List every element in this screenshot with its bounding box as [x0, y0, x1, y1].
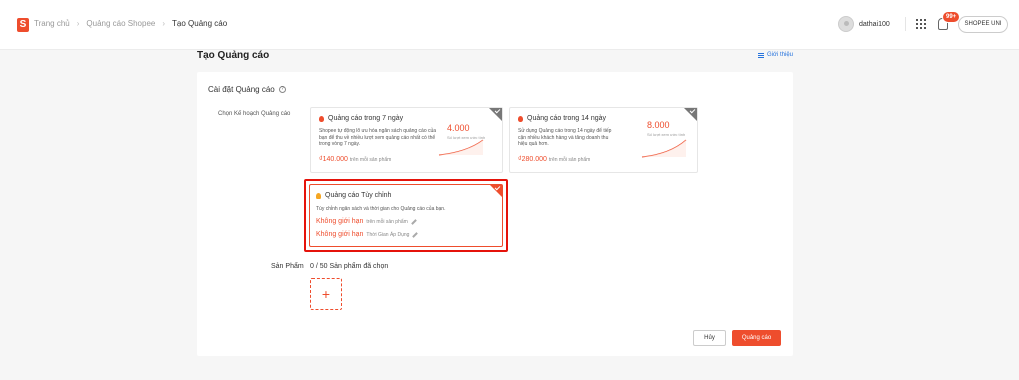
username: dathai100: [859, 20, 890, 28]
budget-row[interactable]: Không giới hạn trên mỗi sản phẩm: [316, 218, 417, 225]
breadcrumb-ads[interactable]: Quảng cáo Shopee: [86, 19, 155, 28]
plan-description: Shopee tự động lõ ưu hóa ngân sách quảng…: [319, 128, 437, 147]
custom-plan-title-text: Quảng cáo Tùy chỉnh: [325, 192, 392, 199]
time-unit: Thời Gian Áp Dụng: [366, 231, 410, 238]
product-count: 0 / 50 Sản phẩm đã chọn: [310, 263, 389, 270]
breadcrumb-home[interactable]: Trang chủ: [34, 19, 70, 28]
plan-price-value: ₫140.000: [319, 156, 348, 163]
add-product-button[interactable]: +: [310, 278, 342, 310]
list-icon: [758, 52, 765, 58]
plan-title: Quảng cáo trong 14 ngày: [518, 115, 606, 122]
bulb-icon: [316, 192, 321, 199]
plan-title-text: Quảng cáo trong 14 ngày: [527, 115, 607, 122]
plan-price-unit: trên mỗi sản phẩm: [349, 157, 392, 163]
breadcrumb-current: Tạo Quảng cáo: [172, 19, 228, 28]
edit-pencil-icon[interactable]: [410, 218, 417, 225]
plan-card-custom[interactable]: Quảng cáo Tùy chỉnh Tùy chỉnh ngân sách …: [304, 179, 508, 252]
estimated-views-label: Số lượt xem ước tính: [647, 132, 686, 137]
custom-plan-description: Tùy chỉnh ngân sách và thời gian cho Quả…: [316, 206, 446, 212]
chevron-right-icon: ›: [76, 19, 80, 28]
intro-link-label: Giới thiệu: [767, 52, 793, 58]
shopee-logo[interactable]: S: [17, 18, 29, 32]
trend-curve-icon: [438, 139, 484, 156]
breadcrumb: Trang chủ › Quảng cáo Shopee › Tạo Quảng…: [34, 19, 227, 28]
plan-price-value: ₫280.000: [518, 156, 547, 163]
product-label: Sản Phẩm: [271, 263, 304, 270]
plus-icon: +: [321, 286, 331, 302]
plan-card-14-days[interactable]: Quảng cáo trong 14 ngày Sử dụng Quảng cá…: [509, 107, 698, 173]
time-row[interactable]: Không giới hạn Thời Gian Áp Dụng: [316, 231, 419, 238]
plan-title-text: Quảng cáo trong 7 ngày: [328, 115, 404, 122]
help-icon[interactable]: ?: [278, 86, 286, 93]
estimated-views: 4.000: [447, 123, 470, 133]
plan-price: ₫140.000 trên mỗi sản phẩm: [319, 156, 391, 163]
cancel-button[interactable]: Hủy: [693, 330, 726, 346]
shopee-uni-button[interactable]: SHOPEE UNI: [958, 16, 1008, 33]
divider: [905, 17, 906, 31]
section-title: Cài đặt Quảng cáo ?: [208, 85, 286, 94]
fire-icon: [518, 115, 523, 122]
budget-value: Không giới hạn: [316, 218, 364, 225]
avatar: [838, 16, 854, 32]
estimated-views: 8.000: [647, 120, 670, 130]
page-header: Tạo Quảng cáo Giới thiệu: [197, 50, 793, 72]
intro-link[interactable]: Giới thiệu: [758, 52, 793, 58]
create-ad-button[interactable]: Quảng cáo: [732, 330, 781, 346]
custom-plan-inner: Quảng cáo Tùy chỉnh Tùy chỉnh ngân sách …: [309, 184, 503, 247]
top-bar: S Trang chủ › Quảng cáo Shopee › Tạo Quả…: [0, 0, 1019, 50]
budget-unit: trên mỗi sản phẩm: [366, 218, 408, 225]
time-value: Không giới hạn: [316, 231, 364, 238]
trend-curve-icon: [641, 139, 687, 158]
plan-card-7-days[interactable]: Quảng cáo trong 7 ngày Shopee tự động lõ…: [310, 107, 503, 173]
chevron-right-icon: ›: [162, 19, 166, 28]
edit-pencil-icon[interactable]: [412, 231, 419, 238]
fire-icon: [319, 115, 324, 122]
section-title-text: Cài đặt Quảng cáo: [208, 85, 275, 94]
plan-description: Sử dụng Quảng cáo trong 14 ngày để tiếp …: [518, 128, 612, 147]
custom-plan-title: Quảng cáo Tùy chỉnh: [316, 192, 391, 199]
plan-label: Chọn Kế hoạch Quảng cáo: [218, 111, 291, 117]
plan-price-unit: trên mỗi sản phẩm: [548, 157, 591, 163]
apps-grid-icon[interactable]: [916, 19, 926, 29]
user-menu[interactable]: dathai100: [838, 16, 890, 32]
plan-price: ₫280.000 trên mỗi sản phẩm: [518, 156, 590, 163]
page-title: Tạo Quảng cáo: [197, 50, 270, 61]
plan-title: Quảng cáo trong 7 ngày: [319, 115, 403, 122]
